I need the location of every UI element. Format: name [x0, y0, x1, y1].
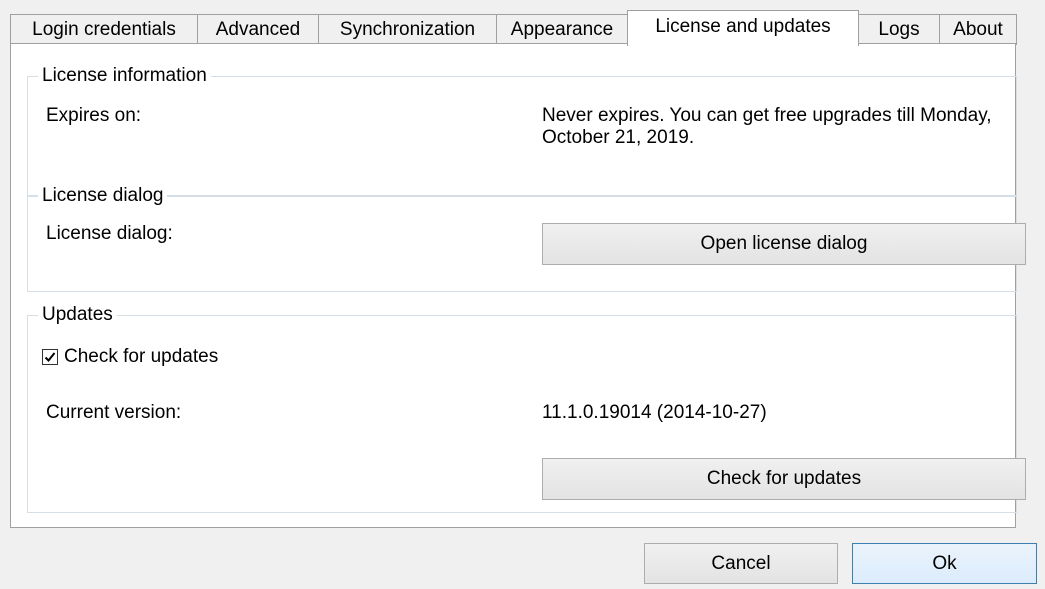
tab-login-credentials[interactable]: Login credentials — [10, 14, 198, 45]
license-information-group: License information Expires on: Never ex… — [27, 63, 1017, 196]
expires-on-value: Never expires. You can get free upgrades… — [542, 105, 992, 148]
license-dialog-group: License dialog License dialog: Open lice… — [27, 183, 1026, 292]
expires-on-label: Expires on: — [46, 105, 142, 126]
updates-legend: Updates — [38, 302, 117, 328]
tab-about[interactable]: About — [939, 14, 1017, 45]
check-for-updates-label[interactable]: Check for updates — [64, 346, 218, 368]
ok-button[interactable]: Ok — [852, 543, 1037, 584]
tab-advanced[interactable]: Advanced — [197, 14, 319, 45]
open-license-dialog-button[interactable]: Open license dialog — [542, 223, 1026, 265]
tab-appearance[interactable]: Appearance — [496, 14, 628, 45]
tab-strip: Login credentials Advanced Synchronizati… — [10, 10, 1030, 46]
check-for-updates-button[interactable]: Check for updates — [542, 458, 1026, 500]
license-information-legend: License information — [38, 63, 211, 89]
cancel-button[interactable]: Cancel — [644, 543, 838, 584]
tab-synchronization[interactable]: Synchronization — [318, 14, 497, 45]
check-for-updates-checkbox[interactable] — [42, 349, 58, 365]
checkmark-icon — [44, 352, 56, 362]
license-dialog-label: License dialog: — [46, 223, 173, 244]
current-version-label: Current version: — [46, 402, 182, 423]
license-dialog-legend: License dialog — [38, 183, 168, 209]
tab-license-and-updates[interactable]: License and updates — [627, 10, 859, 46]
tab-logs[interactable]: Logs — [858, 14, 940, 45]
tab-panel: License information Expires on: Never ex… — [10, 43, 1026, 528]
current-version-value: 11.1.0.19014 (2014-10-27) — [542, 402, 767, 423]
updates-group: Updates Check for updates Current versio… — [27, 302, 1026, 513]
